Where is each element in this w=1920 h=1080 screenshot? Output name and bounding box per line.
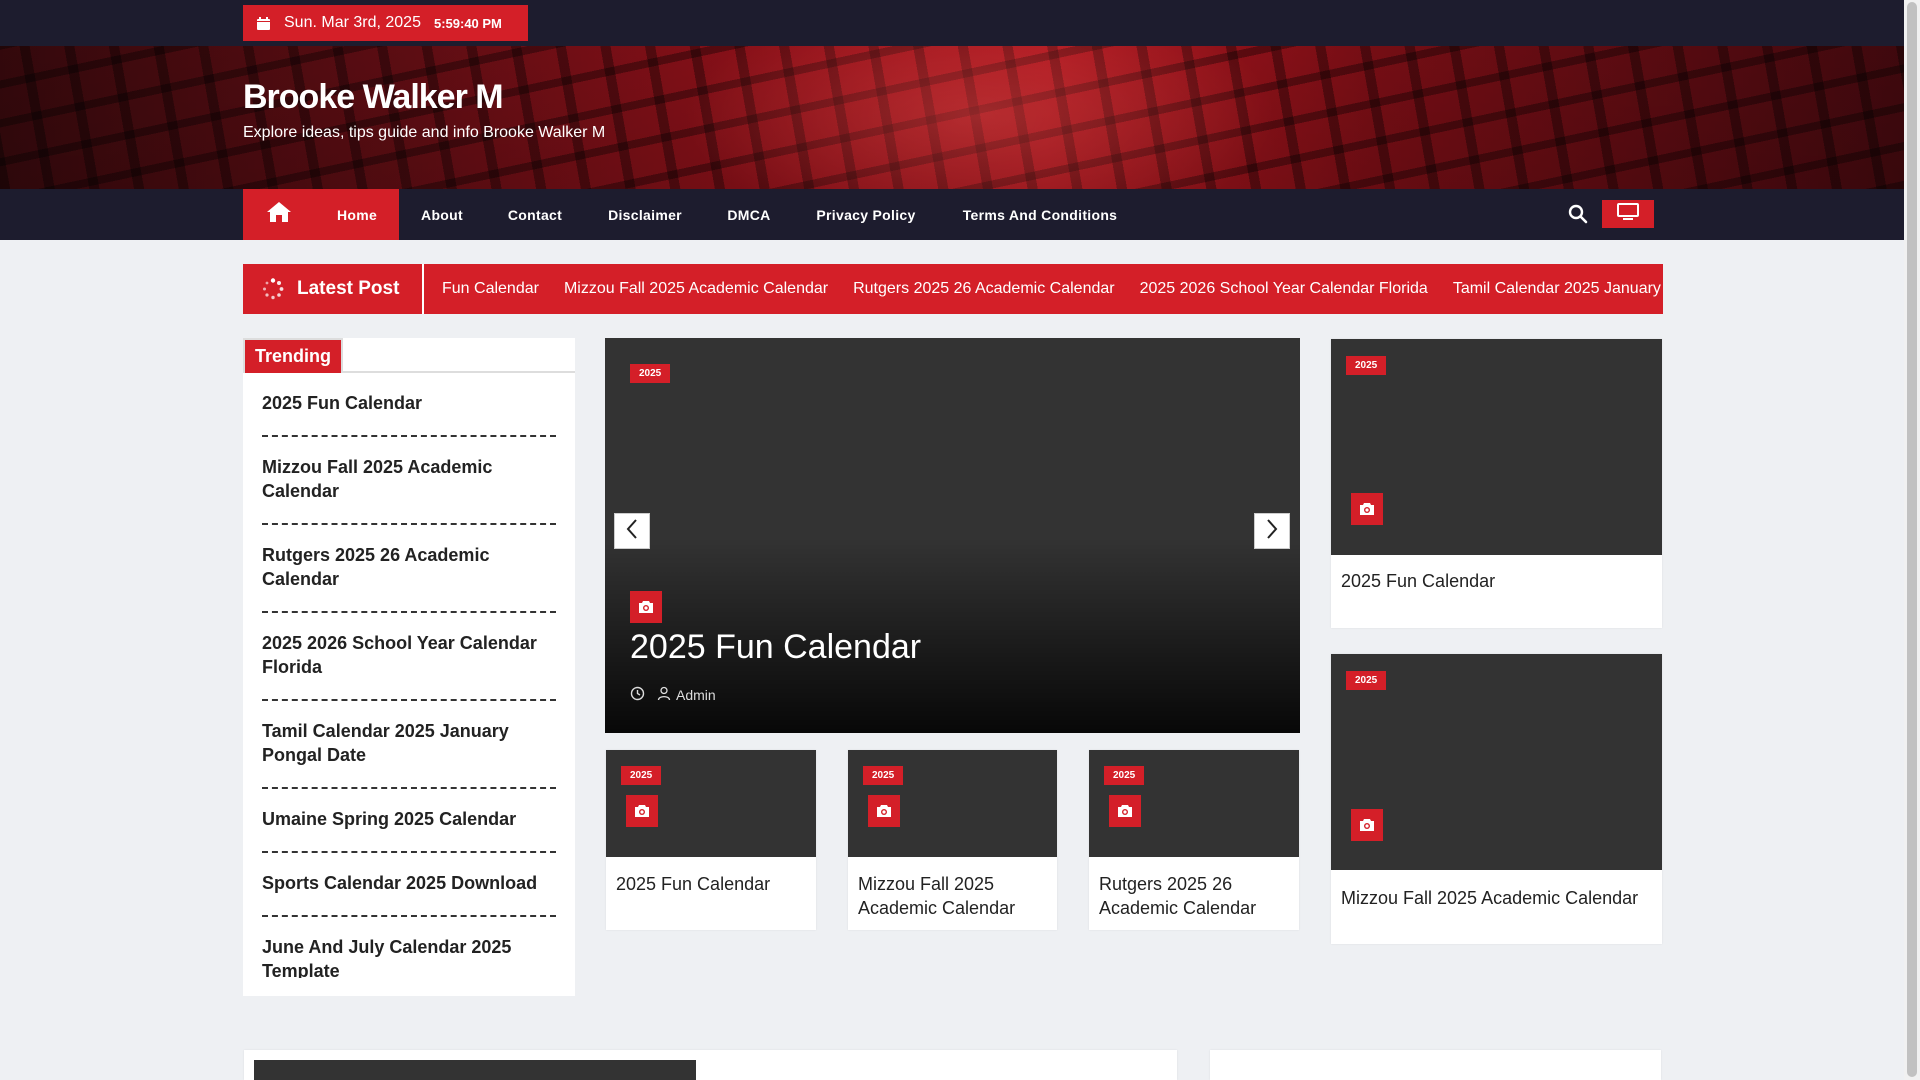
current-time: 5:59:40 PM [433,15,502,31]
main-nav: Home About Contact Disclaimer DMCA Priva… [0,189,1904,240]
ticker-link[interactable]: Mizzou Fall 2025 Academic Calendar [564,280,828,298]
nav-item-terms-and-conditions[interactable]: Terms And Conditions [939,189,1141,240]
nav-item-disclaimer[interactable]: Disclaimer [585,189,705,240]
post-card[interactable]: 2025 Mizzou Fall 2025 Academic Calendar [848,750,1057,930]
trending-item[interactable]: 2025 Fun Calendar [262,378,556,437]
section-header-bar [254,1060,696,1080]
post-author[interactable]: Admin [676,687,716,703]
trending-item[interactable]: June And July Calendar 2025 Template [262,917,556,978]
post-meta: Admin [630,686,716,704]
featured-slider[interactable]: 2025 2025 Fun Calendar Admin [605,338,1300,733]
nav-item-privacy-policy[interactable]: Privacy Policy [793,189,939,240]
nav-home-button[interactable] [243,189,315,240]
scrollbar-thumb[interactable] [1907,2,1917,1077]
top-bar: Sun. Mar 3rd, 2025 5:59:40 PM [0,0,1904,46]
current-date: Sun. Mar 3rd, 2025 [284,14,421,31]
slider-post-title[interactable]: 2025 Fun Calendar [630,628,921,667]
category-badge[interactable]: 2025 [630,364,671,383]
latest-post-label: Latest Post [243,264,424,314]
post-card[interactable]: 2025 Mizzou Fall 2025 Academic Calendar [1331,654,1662,944]
monitor-icon [1617,202,1639,226]
post-card[interactable]: 2025 Rutgers 2025 26 Academic Calendar [1089,750,1299,930]
ticker-items: Fun Calendar Mizzou Fall 2025 Academic C… [442,264,1663,314]
camera-icon [630,591,662,623]
ticker-link[interactable]: 2025 2026 School Year Calendar Florida [1140,280,1428,298]
post-card-title[interactable]: Mizzou Fall 2025 Academic Calendar [858,872,1048,920]
trending-item[interactable]: Rutgers 2025 26 Academic Calendar [262,525,556,613]
user-icon [657,686,671,704]
camera-icon [626,795,658,827]
chevron-right-icon [1265,518,1279,545]
site-title[interactable]: Brooke Walker M [243,78,504,117]
slider-next-button[interactable] [1254,513,1290,549]
trending-list[interactable]: 2025 Fun Calendar Mizzou Fall 2025 Acade… [262,378,556,978]
category-badge[interactable]: 2025 [621,766,662,785]
spinner-icon [262,278,284,300]
nav-item-contact[interactable]: Contact [485,189,585,240]
nav-item-home[interactable]: Home [315,189,399,240]
date-time-box: Sun. Mar 3rd, 2025 5:59:40 PM [243,5,528,41]
page: Sun. Mar 3rd, 2025 5:59:40 PM Brooke Wal… [0,0,1904,1080]
calendar-icon [257,16,270,30]
camera-icon [1109,795,1141,827]
trending-item[interactable]: Sports Calendar 2025 Download [262,853,556,917]
content-section [244,1050,1177,1080]
ticker-link[interactable]: Tamil Calendar 2025 January [1453,280,1661,298]
ticker-link[interactable]: Fun Calendar [442,280,539,298]
latest-post-ticker: Latest Post Fun Calendar Mizzou Fall 202… [243,264,1663,314]
post-card[interactable]: 2025 2025 Fun Calendar [606,750,816,930]
category-badge[interactable]: 2025 [1346,356,1387,375]
category-badge[interactable]: 2025 [863,766,904,785]
home-icon [266,201,292,228]
ticker-link[interactable]: Rutgers 2025 26 Academic Calendar [853,280,1115,298]
post-card-title[interactable]: Rutgers 2025 26 Academic Calendar [1099,872,1289,920]
sidebar-section [1210,1050,1661,1080]
monitor-button[interactable] [1602,200,1654,228]
trending-item[interactable]: 2025 2026 School Year Calendar Florida [262,613,556,701]
scrollbar[interactable] [1904,0,1920,1080]
nav-item-about[interactable]: About [399,189,485,240]
category-badge[interactable]: 2025 [1346,671,1387,690]
search-icon[interactable] [1567,203,1589,225]
site-header: Brooke Walker M Explore ideas, tips guid… [0,46,1904,189]
site-description: Explore ideas, tips guide and info Brook… [243,124,606,141]
chevron-left-icon [625,518,639,545]
slider-prev-button[interactable] [614,513,650,549]
camera-icon [1351,809,1383,841]
nav-item-dmca[interactable]: DMCA [705,189,793,240]
post-card-title[interactable]: 2025 Fun Calendar [616,872,806,896]
post-card-title[interactable]: Mizzou Fall 2025 Academic Calendar [1341,886,1651,910]
trending-header: Trending [243,338,575,373]
post-card[interactable]: 2025 2025 Fun Calendar [1331,339,1662,628]
camera-icon [1351,493,1383,525]
trending-label: Trending [243,338,343,373]
trending-widget: Trending 2025 Fun Calendar Mizzou Fall 2… [243,338,575,996]
latest-post-title: Latest Post [297,278,400,299]
trending-item[interactable]: Umaine Spring 2025 Calendar [262,789,556,853]
clock-icon [630,686,645,704]
category-badge[interactable]: 2025 [1104,766,1145,785]
trending-item[interactable]: Mizzou Fall 2025 Academic Calendar [262,437,556,525]
camera-icon [868,795,900,827]
trending-item[interactable]: Tamil Calendar 2025 January Pongal Date [262,701,556,789]
post-card-title[interactable]: 2025 Fun Calendar [1341,569,1651,593]
